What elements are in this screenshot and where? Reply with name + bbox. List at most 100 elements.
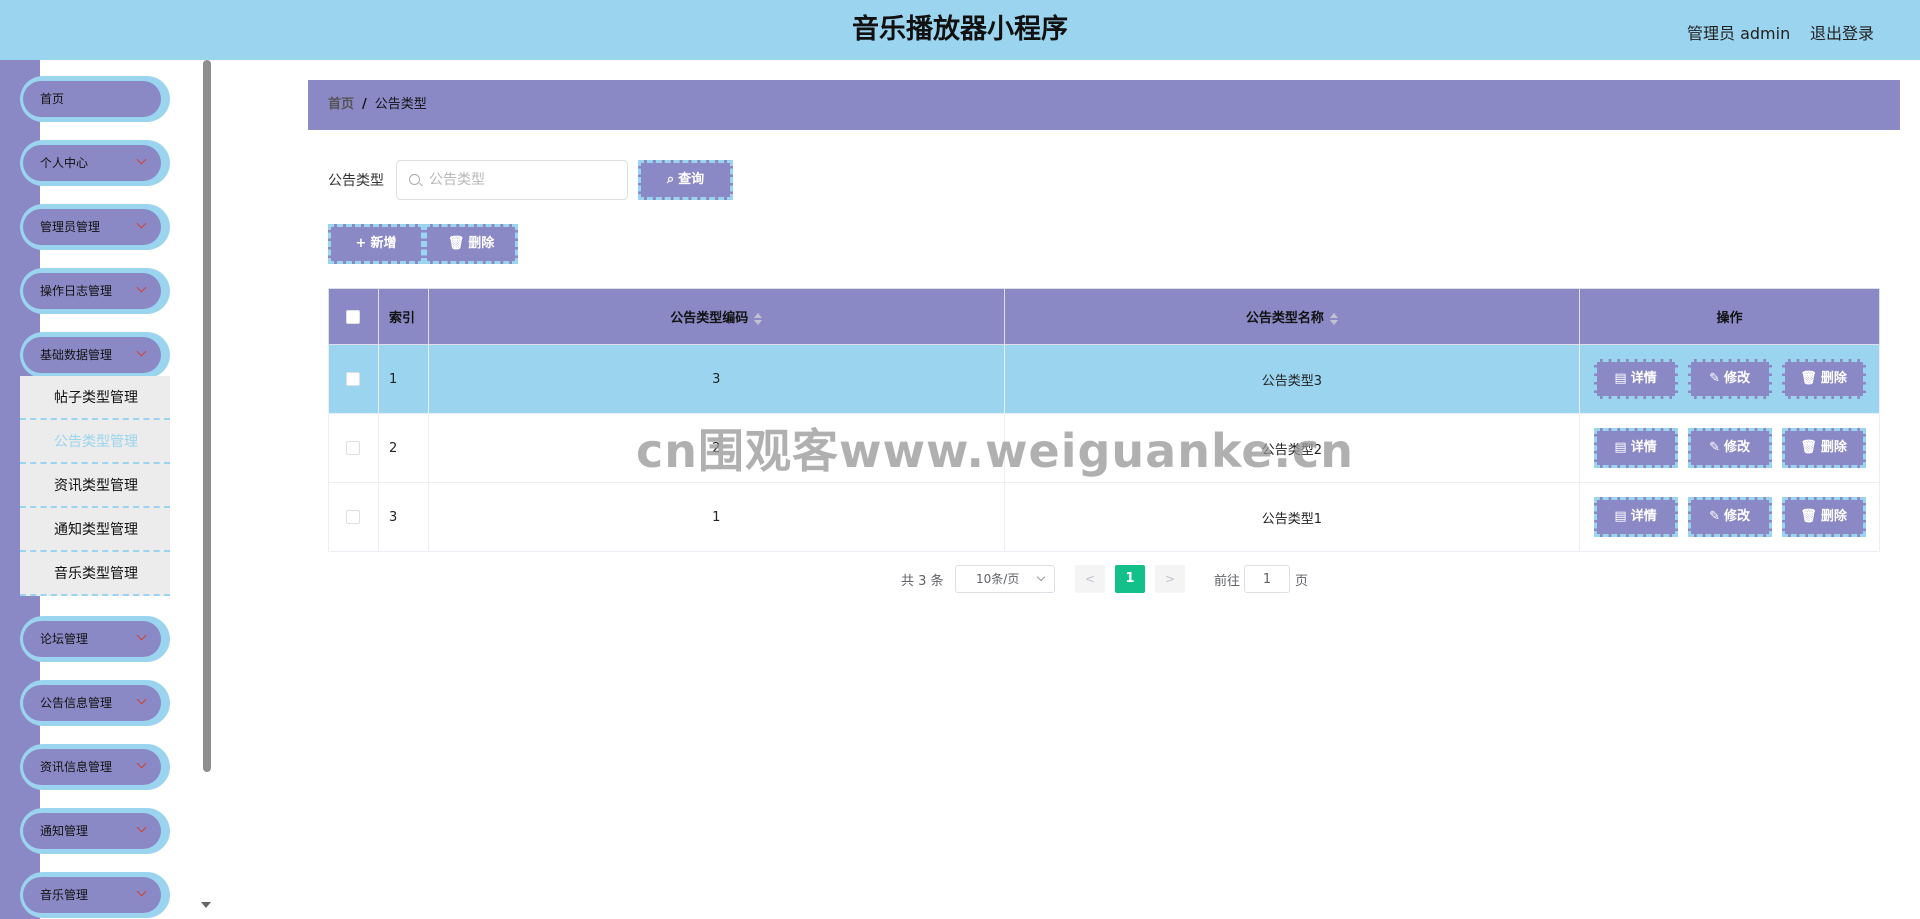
goto-label: 前往 (1214, 574, 1241, 589)
delete-button[interactable]: 🗑 删除 (1781, 428, 1866, 468)
basic-data-submenu: 帖子类型管理 公告类型管理 资讯类型管理 通知类型管理 音乐类型管理 (20, 376, 170, 596)
query-button[interactable]: ⌕ 查询 (638, 160, 733, 200)
edit-button[interactable]: ✎ 修改 (1687, 497, 1772, 537)
chevron-left-icon: < (1084, 572, 1096, 586)
batch-delete-button[interactable]: 🗑 删除 (424, 224, 518, 264)
sidebar-item-label: 音乐管理 (40, 888, 89, 902)
row-name: 公告类型1 (1003, 482, 1581, 552)
row-index: 3 (377, 482, 429, 552)
row-code: 3 (427, 344, 1005, 414)
page-number-current[interactable]: 1 (1115, 565, 1145, 593)
row-checkbox[interactable] (346, 510, 361, 524)
pencil-icon: ✎ (1709, 371, 1720, 386)
trash-icon: 🗑 (1800, 509, 1817, 524)
table-row[interactable]: 3 1 公告类型1 ▤ 详情 ✎ 修改 🗑 删除 (328, 482, 1880, 552)
row-checkbox[interactable] (346, 372, 361, 386)
sidebar-item-operation-log[interactable]: 操作日志管理 (20, 268, 170, 314)
sidebar-item-label: 资讯信息管理 (40, 760, 113, 774)
sidebar-item-notice-info[interactable]: 公告信息管理 (20, 680, 170, 726)
sidebar-item-notification[interactable]: 通知管理 (20, 808, 170, 854)
submenu-item-news-type[interactable]: 资讯类型管理 (20, 464, 170, 508)
prev-page-button[interactable]: < (1075, 565, 1105, 593)
trash-icon: 🗑 (1800, 371, 1817, 386)
row-name: 公告类型3 (1003, 344, 1581, 414)
search-label: 公告类型 (328, 173, 384, 189)
breadcrumb-home[interactable]: 首页 (328, 97, 354, 112)
detail-button[interactable]: ▤ 详情 (1593, 359, 1678, 399)
page-size-select[interactable]: 10条/页 (955, 565, 1055, 593)
notice-type-table: 索引 公告类型编码 公告类型名称 操作 1 3 公告类型3 ▤ 详情 ✎ 修改 🗑 删除 … (328, 288, 1880, 552)
delete-button[interactable]: 🗑 删除 (1781, 359, 1866, 399)
sort-icon[interactable] (1329, 312, 1338, 325)
breadcrumb: 首页 / 公告类型 (308, 80, 1900, 130)
sort-icon[interactable] (754, 312, 763, 325)
sidebar-item-label: 管理员管理 (40, 220, 101, 234)
table-row[interactable]: 1 3 公告类型3 ▤ 详情 ✎ 修改 🗑 删除 (328, 344, 1880, 414)
goto-page-input[interactable] (1244, 565, 1290, 593)
search-icon (409, 174, 420, 185)
admin-user-label: 管理员 admin (1687, 24, 1791, 43)
sidebar-item-label: 个人中心 (40, 156, 89, 170)
notice-type-search-input[interactable] (396, 160, 628, 200)
next-page-button[interactable]: > (1155, 565, 1185, 593)
column-header-code[interactable]: 公告类型编码 (427, 288, 1005, 345)
sidebar-item-label: 通知管理 (40, 824, 89, 838)
plus-icon: + (355, 236, 367, 251)
edit-button[interactable]: ✎ 修改 (1687, 359, 1772, 399)
table-row[interactable]: 2 2 公告类型2 ▤ 详情 ✎ 修改 🗑 删除 (328, 413, 1880, 483)
row-name: 公告类型2 (1003, 413, 1581, 483)
sidebar-item-label: 论坛管理 (40, 632, 89, 646)
submenu-item-notice-type[interactable]: 公告类型管理 (20, 420, 170, 464)
sidebar-item-news-info[interactable]: 资讯信息管理 (20, 744, 170, 790)
breadcrumb-separator: / (362, 97, 367, 112)
column-header-actions: 操作 (1579, 288, 1880, 345)
sidebar-item-basic-data[interactable]: 基础数据管理 (20, 332, 170, 378)
submenu-item-music-type[interactable]: 音乐类型管理 (20, 552, 170, 596)
sidebar: 首页 个人中心 管理员管理 操作日志管理 基础数据管理 帖子类型管理 公告类型管… (0, 60, 212, 919)
detail-button[interactable]: ▤ 详情 (1593, 497, 1678, 537)
row-index: 2 (377, 413, 429, 483)
row-code: 2 (427, 413, 1005, 483)
pencil-icon: ✎ (1709, 509, 1720, 524)
row-actions: ▤ 详情 ✎ 修改 🗑 删除 (1579, 413, 1880, 483)
row-actions: ▤ 详情 ✎ 修改 🗑 删除 (1579, 482, 1880, 552)
sidebar-scrollbar[interactable] (203, 60, 211, 772)
table-header-row: 索引 公告类型编码 公告类型名称 操作 (328, 288, 1880, 345)
sidebar-item-label: 操作日志管理 (40, 284, 113, 298)
row-actions: ▤ 详情 ✎ 修改 🗑 删除 (1579, 344, 1880, 414)
detail-button[interactable]: ▤ 详情 (1593, 428, 1678, 468)
sidebar-item-forum[interactable]: 论坛管理 (20, 616, 170, 662)
column-header-index: 索引 (377, 288, 429, 345)
logout-link[interactable]: 退出登录 (1810, 20, 1874, 44)
sidebar-item-personal-center[interactable]: 个人中心 (20, 140, 170, 186)
chevron-right-icon: > (1164, 572, 1176, 586)
sidebar-item-label: 基础数据管理 (40, 348, 113, 362)
row-checkbox[interactable] (346, 441, 361, 455)
document-icon: ▤ (1614, 509, 1627, 524)
add-button[interactable]: + 新增 (328, 224, 424, 264)
row-code: 1 (427, 482, 1005, 552)
scroll-down-arrow-icon[interactable] (201, 902, 211, 908)
breadcrumb-current: 公告类型 (374, 97, 427, 112)
top-header: 音乐播放器小程序 管理员 admin 退出登录 (0, 0, 1920, 60)
trash-icon: 🗑 (447, 236, 465, 251)
column-header-name[interactable]: 公告类型名称 (1003, 288, 1581, 345)
pencil-icon: ✎ (1709, 440, 1720, 455)
document-icon: ▤ (1614, 371, 1627, 386)
select-all-checkbox[interactable] (346, 309, 361, 324)
select-all-cell (328, 288, 379, 345)
page-suffix-label: 页 (1295, 574, 1309, 589)
row-index: 1 (377, 344, 429, 414)
search-icon: ⌕ (666, 172, 675, 187)
pagination-total: 共 3 条 (901, 574, 944, 589)
submenu-item-post-type[interactable]: 帖子类型管理 (20, 376, 170, 420)
app-title: 音乐播放器小程序 (852, 14, 1068, 45)
sidebar-item-home[interactable]: 首页 (20, 76, 170, 122)
chevron-down-icon (1036, 572, 1046, 582)
delete-button[interactable]: 🗑 删除 (1781, 497, 1866, 537)
submenu-item-notification-type[interactable]: 通知类型管理 (20, 508, 170, 552)
edit-button[interactable]: ✎ 修改 (1687, 428, 1772, 468)
sidebar-item-admin-management[interactable]: 管理员管理 (20, 204, 170, 250)
sidebar-item-music[interactable]: 音乐管理 (20, 872, 170, 918)
sidebar-item-label: 公告信息管理 (40, 696, 113, 710)
